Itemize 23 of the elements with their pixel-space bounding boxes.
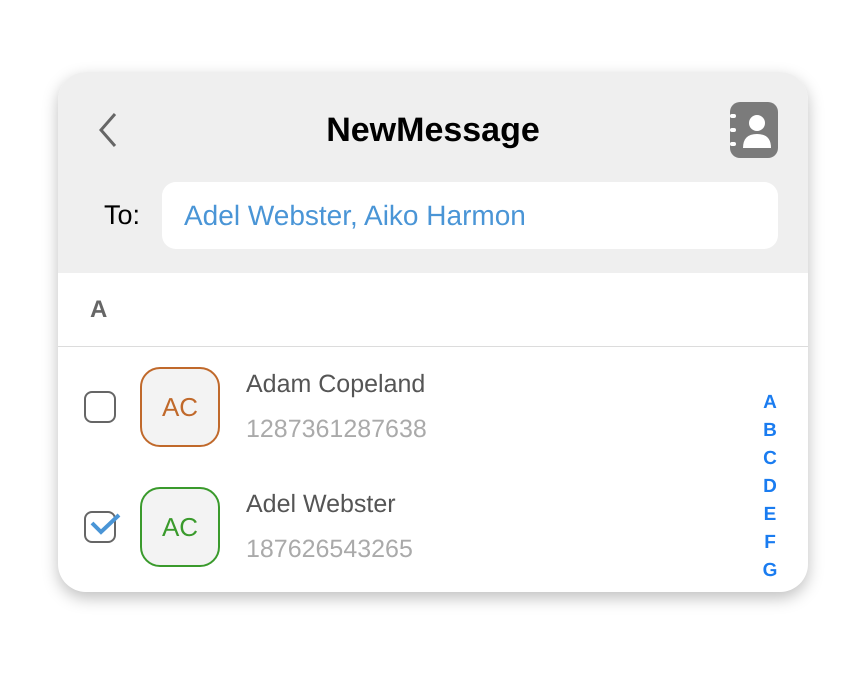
index-letter[interactable]: G bbox=[762, 557, 778, 585]
section-letter: A bbox=[90, 294, 108, 324]
contact-row[interactable]: AC Adam Copeland 1287361287638 bbox=[58, 347, 740, 467]
index-letter[interactable]: E bbox=[764, 501, 776, 529]
contact-phone: 187626543265 bbox=[246, 534, 413, 565]
recipients-field[interactable]: Adel Webster, Aiko Harmon bbox=[162, 182, 778, 249]
index-letter[interactable]: D bbox=[763, 473, 777, 501]
contact-phone: 1287361287638 bbox=[246, 414, 427, 445]
index-letter[interactable]: A bbox=[763, 389, 777, 417]
to-label: To: bbox=[104, 199, 142, 232]
index-letter[interactable]: C bbox=[763, 445, 777, 473]
checkbox[interactable] bbox=[84, 391, 116, 423]
back-icon bbox=[97, 112, 119, 148]
contact-name: Adel Webster bbox=[246, 488, 397, 520]
window-title: NewMessage bbox=[325, 110, 541, 150]
contacts-button[interactable] bbox=[730, 102, 778, 158]
contact-row[interactable]: AC Adel Webster 187626543265 bbox=[58, 467, 740, 587]
avatar: AC bbox=[140, 487, 220, 567]
contact-name: Adam Copeland bbox=[246, 368, 426, 400]
avatar: AC bbox=[140, 367, 220, 447]
index-letter[interactable]: F bbox=[764, 529, 776, 557]
index-letter[interactable]: B bbox=[763, 417, 777, 445]
check-icon bbox=[90, 511, 122, 537]
